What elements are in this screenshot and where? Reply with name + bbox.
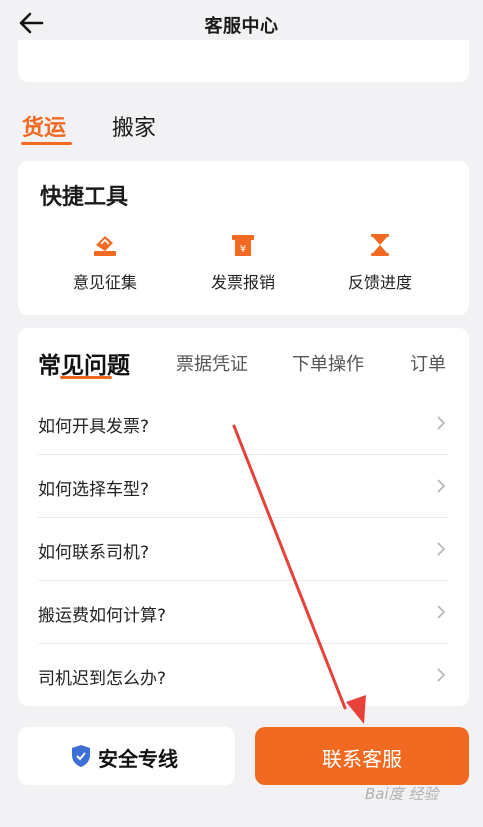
hourglass-icon xyxy=(371,234,389,256)
faq-item[interactable]: 如何联系司机? xyxy=(38,518,448,581)
tool-invoice-label: 发票报销 xyxy=(210,273,275,292)
tool-feedback-progress[interactable]: 反馈进度 xyxy=(320,231,440,293)
top-card xyxy=(18,40,469,82)
tab-freight[interactable]: 货运 xyxy=(22,110,66,142)
faq-item-text: 如何联系司机? xyxy=(38,543,150,563)
faq-item-text: 搬运费如何计算? xyxy=(38,606,167,626)
contact-service-button[interactable]: 联系客服 xyxy=(255,727,469,785)
faq-tab-receipts[interactable]: 票据凭证 xyxy=(176,350,248,376)
page-title: 客服中心 xyxy=(204,16,279,37)
tool-feedback-collect[interactable]: 意见征集 xyxy=(45,231,165,293)
safety-hotline-label: 安全专线 xyxy=(98,747,178,771)
contact-service-label: 联系客服 xyxy=(322,747,402,771)
faq-tabs: 常见问题 票据凭证 下单操作 订单 xyxy=(18,346,469,386)
faq-item-text: 如何选择车型? xyxy=(38,480,150,500)
faq-tab-orders[interactable]: 订单 xyxy=(410,350,446,376)
tool-invoice[interactable]: ¥ 发票报销 xyxy=(183,231,303,293)
faq-item[interactable]: 如何选择车型? xyxy=(38,455,448,518)
faq-tab-common[interactable]: 常见问题 xyxy=(38,346,130,380)
faq-item[interactable]: 如何开具发票? xyxy=(38,392,448,455)
faq-tab-ordering[interactable]: 下单操作 xyxy=(292,350,364,376)
shield-icon xyxy=(72,745,90,767)
svg-text:¥: ¥ xyxy=(240,244,246,255)
quick-tools-heading: 快捷工具 xyxy=(40,185,129,210)
tab-freight-underline xyxy=(21,142,72,145)
chevron-right-icon xyxy=(437,416,446,430)
invoice-icon: ¥ xyxy=(232,235,254,256)
faq-card: 常见问题 票据凭证 下单操作 订单 如何开具发票? 如何选择车型? 如何联系司机… xyxy=(18,328,469,706)
quick-tools-card: 快捷工具 意见征集 ¥ 发票报销 反馈进度 xyxy=(18,161,469,315)
faq-tab-underline xyxy=(60,376,112,379)
safety-hotline-button[interactable]: 安全专线 xyxy=(18,727,235,785)
tab-moving[interactable]: 搬家 xyxy=(112,110,156,142)
watermark-logo: Bai度 经验 xyxy=(365,785,439,803)
tool-feedback-collect-label: 意见征集 xyxy=(72,273,137,292)
chevron-right-icon xyxy=(437,668,446,682)
faq-item[interactable]: 司机迟到怎么办? xyxy=(38,644,448,706)
chevron-right-icon xyxy=(437,605,446,619)
chevron-right-icon xyxy=(437,479,446,493)
tool-feedback-progress-label: 反馈进度 xyxy=(347,273,412,292)
faq-item-text: 如何开具发票? xyxy=(38,417,150,437)
faq-item[interactable]: 搬运费如何计算? xyxy=(38,581,448,644)
feedback-collect-icon xyxy=(94,236,116,256)
chevron-right-icon xyxy=(437,542,446,556)
faq-list: 如何开具发票? 如何选择车型? 如何联系司机? 搬运费如何计算? 司机迟到怎么办… xyxy=(38,392,448,706)
faq-item-text: 司机迟到怎么办? xyxy=(38,669,167,689)
